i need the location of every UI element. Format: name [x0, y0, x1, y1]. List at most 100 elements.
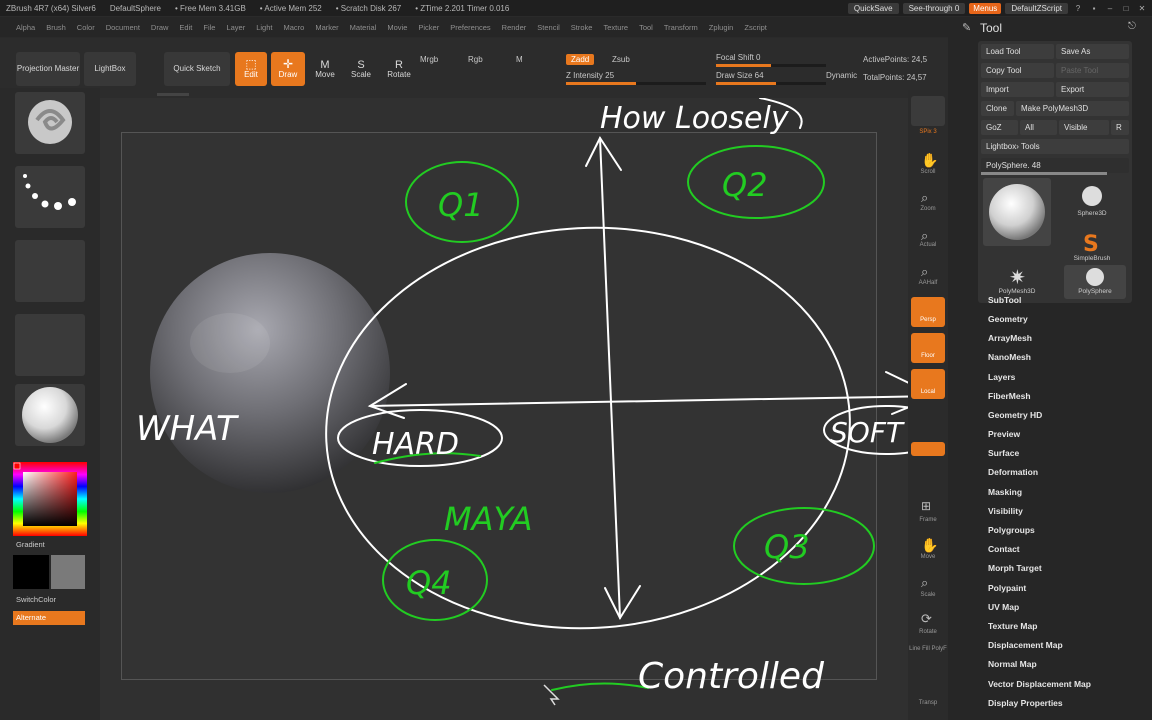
polyf-button[interactable]: Line Fill PolyF: [908, 646, 948, 652]
subpalette-contact[interactable]: Contact: [988, 544, 1020, 554]
import-button[interactable]: Import: [981, 82, 1054, 97]
menu-brush[interactable]: Brush: [46, 23, 66, 32]
bpr-button[interactable]: [911, 96, 945, 126]
sphere3d-thumb[interactable]: Sphere3D: [1064, 182, 1120, 222]
close-icon[interactable]: ✕: [1136, 4, 1148, 13]
goz-all-button[interactable]: All: [1020, 120, 1057, 135]
floor-button[interactable]: Floor: [911, 333, 945, 363]
rotate-mode-button[interactable]: R Rotate: [383, 52, 415, 86]
quick-sketch-button[interactable]: Quick Sketch: [164, 52, 230, 86]
subpalette-arraymesh[interactable]: ArrayMesh: [988, 333, 1032, 343]
rgb-button[interactable]: Rgb: [468, 55, 483, 64]
copy-tool-button[interactable]: Copy Tool: [981, 63, 1054, 78]
m-button[interactable]: M: [516, 55, 523, 64]
menu-texture[interactable]: Texture: [603, 23, 628, 32]
menus-toggle[interactable]: Menus: [969, 2, 1002, 14]
subpalette-uv-map[interactable]: UV Map: [988, 602, 1019, 612]
dynamic-toggle[interactable]: Dynamic: [826, 71, 857, 80]
menu-layer[interactable]: Layer: [226, 23, 245, 32]
paste-tool-button[interactable]: Paste Tool: [1056, 63, 1129, 78]
subpalette-fibermesh[interactable]: FiberMesh: [988, 391, 1031, 401]
menu-macro[interactable]: Macro: [283, 23, 304, 32]
load-tool-button[interactable]: Load Tool: [981, 44, 1054, 59]
current-tool-slider[interactable]: PolySphere. 48: [981, 158, 1129, 173]
help-icon[interactable]: ?: [1072, 4, 1084, 13]
subpalette-vector-displacement-map[interactable]: Vector Displacement Map: [988, 679, 1091, 689]
menu-material[interactable]: Material: [350, 23, 377, 32]
subpalette-polypaint[interactable]: Polypaint: [988, 583, 1026, 593]
edit-mode-button[interactable]: ⬚ Edit: [235, 52, 267, 86]
draw-mode-button[interactable]: ✛ Draw: [271, 52, 305, 86]
menu-zscript[interactable]: Zscript: [744, 23, 767, 32]
draw-size-slider[interactable]: Draw Size 64: [716, 71, 764, 80]
menu-file[interactable]: File: [203, 23, 215, 32]
see-through-slider[interactable]: See-through 0: [902, 2, 966, 14]
menu-edit[interactable]: Edit: [179, 23, 192, 32]
menu-transform[interactable]: Transform: [664, 23, 698, 32]
subpalette-deformation[interactable]: Deformation: [988, 467, 1038, 477]
export-button[interactable]: Export: [1056, 82, 1129, 97]
alpha-thumbnail[interactable]: [15, 240, 85, 302]
simplebrush-thumb[interactable]: S SimpleBrush: [1064, 227, 1120, 267]
subpalette-normal-map[interactable]: Normal Map: [988, 659, 1037, 669]
menu-light[interactable]: Light: [256, 23, 272, 32]
polysphere-small-thumb[interactable]: PolySphere: [1064, 265, 1126, 299]
lightbox-button[interactable]: LightBox: [84, 52, 136, 86]
lightbox-tools-button[interactable]: Lightbox› Tools: [981, 139, 1129, 154]
tool-palette-title[interactable]: Tool: [980, 21, 1002, 35]
move-mode-button[interactable]: M Move: [309, 52, 341, 86]
pin-icon[interactable]: ✎: [962, 21, 971, 34]
maximize-icon[interactable]: □: [1120, 4, 1132, 13]
polymesh3d-thumb[interactable]: ✷ PolyMesh3D: [983, 265, 1051, 299]
default-zscript-button[interactable]: DefaultZScript: [1005, 2, 1068, 14]
subpalette-display-properties[interactable]: Display Properties: [988, 698, 1063, 708]
subpalette-morph-target[interactable]: Morph Target: [988, 563, 1042, 573]
canvas-area[interactable]: How Loosely Controlled WHAT HARD SOFT MA…: [100, 98, 910, 720]
gradient-label[interactable]: Gradient: [16, 540, 45, 549]
layout-icon[interactable]: ▪: [1088, 4, 1100, 13]
mrgb-button[interactable]: Mrgb: [420, 55, 438, 64]
menu-preferences[interactable]: Preferences: [450, 23, 490, 32]
texture-thumbnail[interactable]: [15, 314, 85, 376]
color-picker[interactable]: [13, 462, 87, 536]
z-intensity-slider[interactable]: Z Intensity 25: [566, 71, 614, 80]
alternate-button[interactable]: Alternate: [13, 611, 85, 625]
subpalette-preview[interactable]: Preview: [988, 429, 1020, 439]
menu-marker[interactable]: Marker: [315, 23, 338, 32]
actual-button[interactable]: ⌕: [911, 224, 945, 254]
menu-tool[interactable]: Tool: [639, 23, 653, 32]
persp-button[interactable]: Persp: [911, 297, 945, 327]
zadd-button[interactable]: Zadd: [566, 54, 595, 65]
shelf-scroll-handle[interactable]: [157, 93, 189, 96]
subpalette-masking[interactable]: Masking: [988, 487, 1022, 497]
goz-r-button[interactable]: R: [1111, 120, 1129, 135]
make-polymesh-button[interactable]: Make PolyMesh3D: [1016, 101, 1129, 116]
scale-mode-button[interactable]: S Scale: [345, 52, 377, 86]
clone-button[interactable]: Clone: [981, 101, 1014, 116]
local-button[interactable]: Local: [911, 369, 945, 399]
subpalette-displacement-map[interactable]: Displacement Map: [988, 640, 1063, 650]
minimize-icon[interactable]: –: [1104, 4, 1116, 13]
goz-visible-button[interactable]: Visible: [1059, 120, 1109, 135]
zsub-button[interactable]: Zsub: [612, 55, 630, 64]
menu-color[interactable]: Color: [77, 23, 95, 32]
subpalette-visibility[interactable]: Visibility: [988, 506, 1023, 516]
menu-movie[interactable]: Movie: [387, 23, 407, 32]
quicksave-button[interactable]: QuickSave: [847, 2, 899, 14]
subpalette-layers[interactable]: Layers: [988, 372, 1015, 382]
menu-alpha[interactable]: Alpha: [16, 23, 35, 32]
main-color-swatch[interactable]: [13, 555, 49, 589]
subpalette-texture-map[interactable]: Texture Map: [988, 621, 1037, 631]
xyz-button[interactable]: [911, 442, 945, 456]
default-sphere-mesh[interactable]: [150, 253, 390, 493]
menu-document[interactable]: Document: [106, 23, 140, 32]
goz-button[interactable]: GoZ: [981, 120, 1018, 135]
menu-stencil[interactable]: Stencil: [537, 23, 560, 32]
menu-zplugin[interactable]: Zplugin: [709, 23, 734, 32]
material-thumbnail[interactable]: [15, 384, 85, 446]
subpalette-polygroups[interactable]: Polygroups: [988, 525, 1035, 535]
menu-stroke[interactable]: Stroke: [571, 23, 593, 32]
subpalette-geometry-hd[interactable]: Geometry HD: [988, 410, 1042, 420]
focal-shift-slider[interactable]: Focal Shift 0: [716, 53, 760, 62]
menu-draw[interactable]: Draw: [151, 23, 169, 32]
